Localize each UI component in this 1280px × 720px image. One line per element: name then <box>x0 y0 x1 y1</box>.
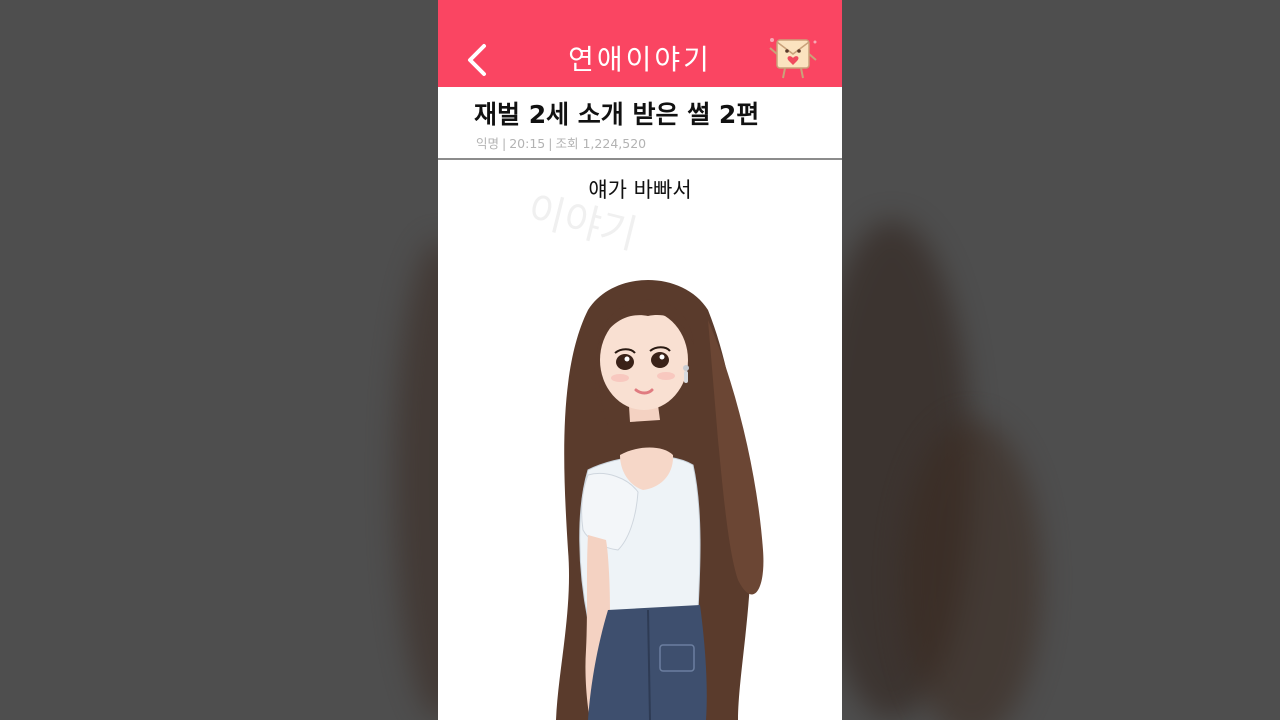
post-time: 20:15 <box>509 136 546 151</box>
post-header: 재벌 2세 소개 받은 썰 2편 익명 | 20:15 | 조회 1,224,520 <box>438 87 842 160</box>
phone-screen: 연애이야기 재벌 2세 소개 받은 썰 2편 익명 | 20:15 | 조회 1… <box>438 0 842 720</box>
blurred-background-left <box>0 0 438 720</box>
post-title: 재벌 2세 소개 받은 썰 2편 <box>474 100 760 129</box>
blurred-background-right <box>842 0 1280 720</box>
post-author: 익명 <box>476 136 500 151</box>
app-header: 연애이야기 <box>438 0 842 87</box>
post-meta: 익명 | 20:15 | 조회 1,224,520 <box>476 133 646 152</box>
video-frame: 연애이야기 재벌 2세 소개 받은 썰 2편 익명 | 20:15 | 조회 1… <box>0 0 1280 720</box>
views-label: 조회 <box>555 136 579 151</box>
meta-divider: | <box>502 136 507 151</box>
letter-mascot-icon <box>768 34 820 82</box>
post-content: 이야기 얘가 바빠서 <box>438 160 842 720</box>
meta-divider: | <box>548 136 553 151</box>
post-caption: 얘가 바빠서 <box>588 178 692 202</box>
view-count: 1,224,520 <box>582 136 647 151</box>
illustrated-girl-image <box>556 280 764 720</box>
